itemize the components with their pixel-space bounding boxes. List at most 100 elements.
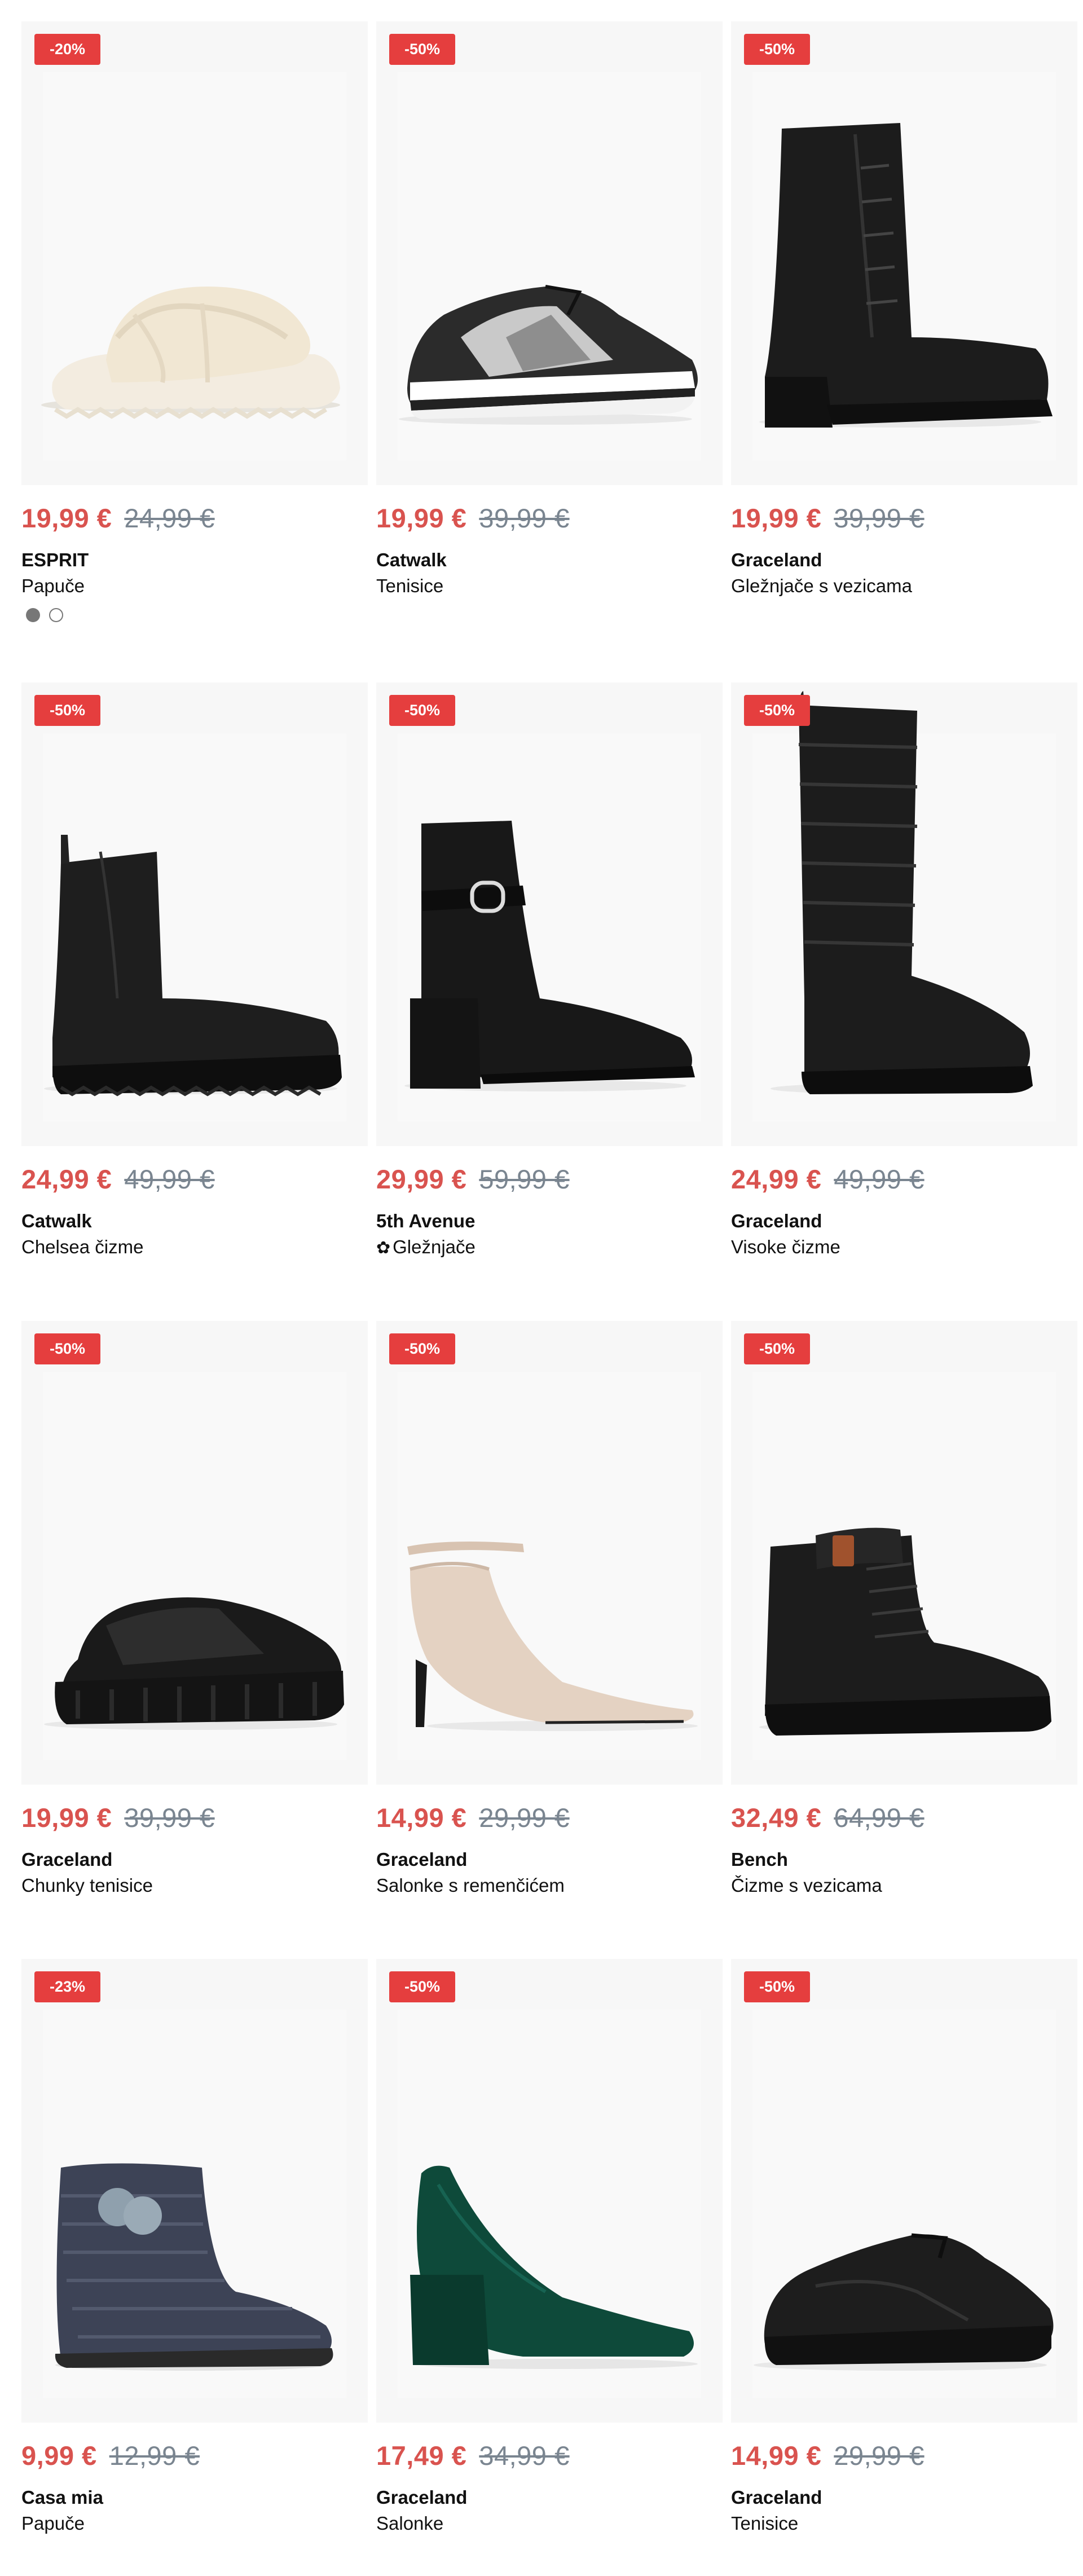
- product-image[interactable]: -20%: [21, 21, 368, 485]
- knit-bootie-slipper-icon: [55, 2163, 333, 2371]
- product-brand: Graceland: [21, 1849, 113, 1870]
- product-brand: Graceland: [731, 2487, 822, 2508]
- lace-up-combat-boot-icon: [759, 1527, 1051, 1736]
- product-type: Salonke s remenčićem: [376, 1875, 565, 1896]
- price-block: 14,99 € 29,99 €: [731, 2440, 924, 2474]
- current-price: 19,99 €: [21, 503, 112, 533]
- product-brand: Bench: [731, 1849, 788, 1870]
- product-image[interactable]: -23%: [21, 1959, 368, 2423]
- discount-badge: -50%: [389, 695, 455, 726]
- product-brand: Casa mia: [21, 2487, 103, 2508]
- current-price: 24,99 €: [731, 1164, 822, 1194]
- product-brand: Catwalk: [21, 1210, 92, 1231]
- discount-badge: -50%: [389, 1971, 455, 2002]
- original-price: 12,99 €: [109, 2441, 200, 2471]
- discount-badge: -50%: [744, 695, 810, 726]
- original-price: 24,99 €: [124, 503, 215, 533]
- fluffy-slipper-icon: [41, 287, 341, 419]
- product-image[interactable]: -50%: [21, 1321, 368, 1785]
- original-price: 59,99 €: [479, 1164, 570, 1194]
- lace-up-heeled-boot-icon: [759, 123, 1053, 428]
- price-block: 29,99 € 59,99 €: [376, 1164, 570, 1197]
- product-type: Tenisice: [731, 2513, 799, 2534]
- original-price: 49,99 €: [124, 1164, 215, 1194]
- product-image[interactable]: -50%: [376, 1321, 723, 1785]
- product-brand: Graceland: [376, 2487, 468, 2508]
- color-swatches: [26, 608, 72, 625]
- product-type: Tenisice: [376, 575, 444, 596]
- product-image[interactable]: -50%: [21, 682, 368, 1146]
- product-type: Gležnjače s vezicama: [731, 575, 912, 596]
- original-price: 39,99 €: [834, 503, 924, 533]
- sustainable-flower-icon: ✿: [376, 1239, 391, 1257]
- product-image[interactable]: -50%: [376, 1959, 723, 2423]
- price-block: 32,49 € 64,99 €: [731, 1802, 924, 1836]
- product-image[interactable]: -50%: [731, 21, 1077, 485]
- product-image[interactable]: -50%: [731, 682, 1077, 1146]
- discount-badge: -50%: [389, 34, 455, 65]
- product-brand: ESPRIT: [21, 549, 89, 570]
- current-price: 19,99 €: [21, 1803, 112, 1833]
- original-price: 29,99 €: [479, 1803, 570, 1833]
- product-brand: Graceland: [376, 1849, 468, 1870]
- product-type: Visoke čizme: [731, 1236, 840, 1257]
- color-swatch-selected[interactable]: [26, 608, 40, 622]
- product-type: Chelsea čizme: [21, 1236, 144, 1257]
- original-price: 39,99 €: [479, 503, 570, 533]
- product-type: Papuče: [21, 2513, 85, 2534]
- price-block: 24,99 € 49,99 €: [21, 1164, 215, 1197]
- product-brand: 5th Avenue: [376, 1210, 476, 1231]
- discount-badge: -50%: [389, 1333, 455, 1364]
- discount-badge: -50%: [744, 34, 810, 65]
- ankle-strap-pump-icon: [407, 1542, 698, 1731]
- original-price: 29,99 €: [834, 2441, 924, 2471]
- current-price: 29,99 €: [376, 1164, 467, 1194]
- original-price: 39,99 €: [124, 1803, 215, 1833]
- original-price: 49,99 €: [834, 1164, 924, 1194]
- product-type: Chunky tenisice: [21, 1875, 153, 1896]
- green-velvet-pump-icon: [410, 2165, 698, 2369]
- current-price: 19,99 €: [731, 503, 822, 533]
- buckle-ankle-boot-icon: [404, 821, 695, 1091]
- product-type: Papuče: [21, 575, 85, 596]
- price-block: 14,99 € 29,99 €: [376, 1802, 570, 1836]
- current-price: 9,99 €: [21, 2441, 97, 2471]
- original-price: 34,99 €: [479, 2441, 570, 2471]
- discount-badge: -50%: [744, 1333, 810, 1364]
- discount-badge: -50%: [744, 1971, 810, 2002]
- black-sneaker-icon: [754, 2233, 1054, 2371]
- price-block: 19,99 € 24,99 €: [21, 503, 215, 536]
- product-type: ✿ Gležnjače: [376, 1236, 476, 1258]
- discount-badge: -50%: [34, 695, 100, 726]
- product-brand: Graceland: [731, 1210, 822, 1231]
- product-type: Čizme s vezicama: [731, 1875, 882, 1896]
- discount-badge: -20%: [34, 34, 100, 65]
- original-price: 64,99 €: [834, 1803, 924, 1833]
- current-price: 19,99 €: [376, 503, 467, 533]
- price-block: 24,99 € 49,99 €: [731, 1164, 924, 1197]
- chelsea-boot-icon: [44, 835, 342, 1097]
- product-type: Salonke: [376, 2513, 444, 2534]
- current-price: 14,99 €: [376, 1803, 467, 1833]
- current-price: 17,49 €: [376, 2441, 467, 2471]
- product-image[interactable]: -50%: [731, 1959, 1077, 2423]
- discount-badge: -50%: [34, 1333, 100, 1364]
- current-price: 24,99 €: [21, 1164, 112, 1194]
- current-price: 32,49 €: [731, 1803, 822, 1833]
- product-image[interactable]: -50%: [376, 682, 723, 1146]
- price-block: 19,99 € 39,99 €: [21, 1802, 215, 1836]
- chunky-glitter-sneaker-icon: [44, 1597, 344, 1730]
- product-image[interactable]: -50%: [376, 21, 723, 485]
- current-price: 14,99 €: [731, 2441, 822, 2471]
- product-image[interactable]: -50%: [731, 1321, 1077, 1785]
- product-type-label: Gležnjače: [393, 1236, 476, 1257]
- color-swatch[interactable]: [49, 608, 63, 622]
- discount-badge: -23%: [34, 1971, 100, 2002]
- product-brand: Catwalk: [376, 549, 447, 570]
- price-block: 19,99 € 39,99 €: [731, 503, 924, 536]
- price-block: 19,99 € 39,99 €: [376, 503, 570, 536]
- quilted-tall-boot-icon: [771, 691, 1033, 1094]
- product-brand: Graceland: [731, 549, 822, 570]
- silver-sneaker-icon: [399, 285, 698, 425]
- price-block: 9,99 € 12,99 €: [21, 2440, 200, 2474]
